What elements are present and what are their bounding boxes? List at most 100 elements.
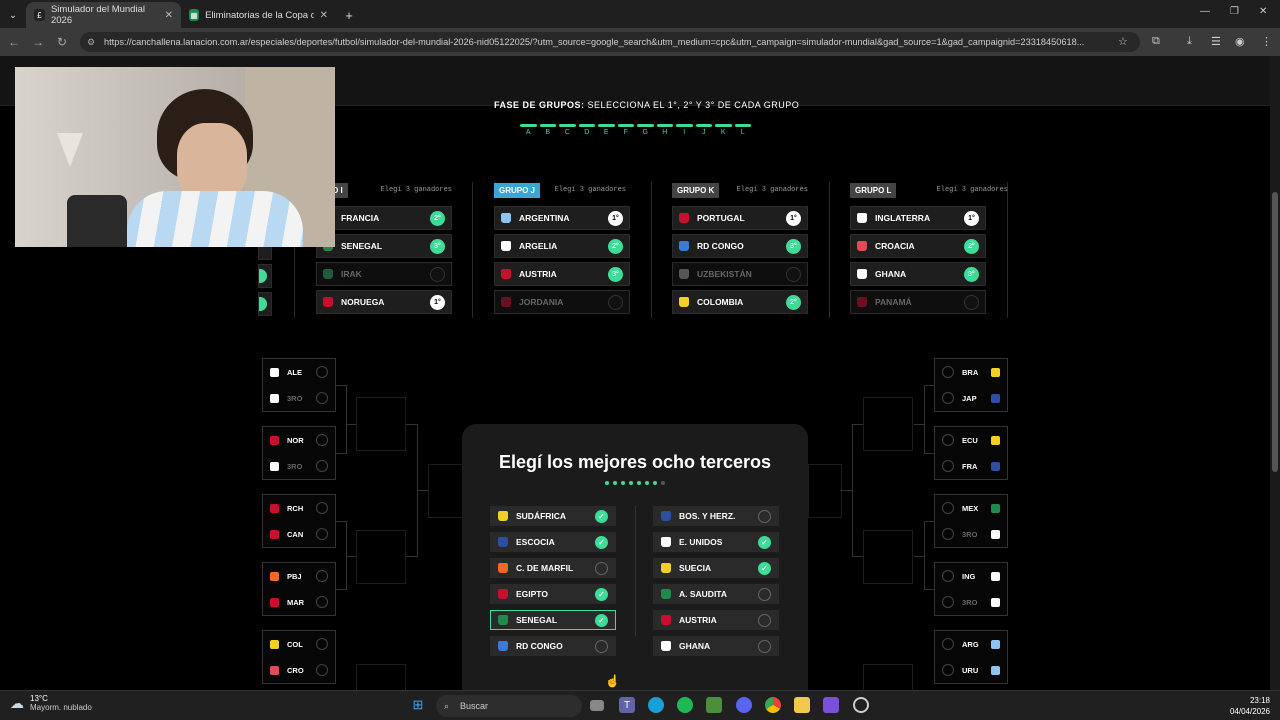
bracket-slot[interactable]: 3RO (935, 589, 1007, 615)
chrome-icon[interactable] (765, 697, 781, 713)
team-row[interactable]: SENEGAL 3° (316, 234, 452, 258)
third-option[interactable]: SUDÁFRICA ✓ (490, 506, 616, 526)
bracket-slot[interactable]: RCH (263, 495, 335, 521)
group-pill[interactable]: H (656, 124, 673, 136)
select-ring[interactable] (316, 638, 328, 650)
select-ring[interactable] (942, 366, 954, 378)
check-icon[interactable] (758, 613, 771, 627)
select-ring[interactable] (942, 502, 954, 514)
check-icon[interactable]: ✓ (758, 561, 771, 575)
group-pill[interactable]: L (734, 124, 751, 136)
bracket-slot[interactable]: BRA (935, 359, 1007, 385)
select-ring[interactable] (942, 460, 954, 472)
rank-badge[interactable]: 2° (608, 238, 623, 254)
select-ring[interactable] (942, 434, 954, 446)
group-label[interactable]: GRUPO L (850, 182, 897, 198)
rank-badge[interactable]: 2° (786, 294, 801, 310)
maximize-icon[interactable]: ❐ (1230, 6, 1239, 17)
select-ring[interactable] (942, 638, 954, 650)
spotify-icon[interactable] (677, 697, 693, 713)
group-pill[interactable]: F (617, 124, 634, 136)
group-pill[interactable]: A (520, 124, 537, 136)
rank-badge[interactable]: 1° (430, 294, 445, 310)
third-option[interactable]: C. DE MARFIL (490, 558, 616, 578)
back-icon[interactable]: ← (2, 35, 26, 49)
bracket-slot[interactable]: MAR (263, 589, 335, 615)
new-tab-button[interactable]: + (336, 2, 362, 28)
group-pill[interactable]: K (715, 124, 732, 136)
group-label[interactable]: GRUPO K (672, 182, 720, 198)
team-row[interactable]: IRAK (316, 262, 452, 286)
forward-icon[interactable]: → (26, 35, 50, 49)
rank-badge[interactable] (608, 294, 623, 310)
select-ring[interactable] (316, 596, 328, 608)
check-icon[interactable] (758, 639, 771, 653)
check-icon[interactable] (758, 509, 771, 523)
rank-badge[interactable]: 2° (964, 238, 979, 254)
close-tab-icon[interactable]: ✕ (320, 10, 328, 21)
check-icon[interactable]: ✓ (758, 535, 771, 549)
third-option[interactable]: SENEGAL ✓ (490, 610, 616, 630)
group-pill[interactable]: G (637, 124, 654, 136)
group-pill[interactable]: J (695, 124, 712, 136)
bracket-slot[interactable]: URU (935, 657, 1007, 683)
select-ring[interactable] (942, 570, 954, 582)
select-ring[interactable] (942, 392, 954, 404)
bracket-slot[interactable]: MEX (935, 495, 1007, 521)
team-row[interactable]: RD CONGO 3° (672, 234, 808, 258)
group-pill[interactable]: I (676, 124, 693, 136)
profile-icon[interactable]: ◉ (1235, 35, 1245, 48)
reading-list-icon[interactable]: ☰ (1211, 35, 1221, 48)
select-ring[interactable] (316, 434, 328, 446)
tab-eliminatorias[interactable]: ▦ Eliminatorias de la Copa del M ✕ (181, 2, 336, 28)
select-ring[interactable] (942, 596, 954, 608)
select-ring[interactable] (316, 570, 328, 582)
bracket-slot[interactable]: CRO (263, 657, 335, 683)
rank-badge[interactable]: 3° (786, 238, 801, 254)
check-icon[interactable] (595, 561, 608, 575)
check-icon[interactable] (758, 587, 771, 601)
select-ring[interactable] (316, 392, 328, 404)
third-option[interactable]: RD CONGO (490, 636, 616, 656)
team-row[interactable]: ARGENTINA 1° (494, 206, 630, 230)
bracket-slot[interactable]: FRA (935, 453, 1007, 479)
settings-app-icon[interactable] (853, 697, 869, 713)
rank-badge[interactable] (964, 294, 979, 310)
scrollbar-thumb[interactable] (1272, 192, 1278, 472)
team-row[interactable]: CROACIA 2° (850, 234, 986, 258)
minecraft-icon[interactable] (706, 697, 722, 713)
file-explorer-icon[interactable] (794, 697, 810, 713)
rank-badge[interactable]: 3° (964, 266, 979, 282)
group-label[interactable]: GRUPO J (494, 182, 541, 198)
bracket-slot[interactable]: ARG (935, 631, 1007, 657)
bracket-slot[interactable]: ECU (935, 427, 1007, 453)
team-row[interactable]: FRANCIA 2° (316, 206, 452, 230)
task-view-icon[interactable] (590, 700, 604, 711)
select-ring[interactable] (316, 528, 328, 540)
team-row[interactable]: GHANA 3° (850, 262, 986, 286)
bookmark-star-icon[interactable]: ☆ (1118, 35, 1128, 48)
close-window-icon[interactable]: ✕ (1259, 6, 1267, 17)
reload-icon[interactable]: ↻ (50, 35, 74, 49)
rank-badge[interactable] (430, 266, 445, 282)
windows-start-icon[interactable]: ⊞ (410, 697, 426, 713)
bracket-slot[interactable]: 3RO (935, 521, 1007, 547)
third-option[interactable]: ESCOCIA ✓ (490, 532, 616, 552)
group-pill[interactable]: B (539, 124, 556, 136)
site-info-icon[interactable]: ⚙ (87, 37, 95, 48)
check-icon[interactable] (595, 639, 608, 653)
check-icon[interactable]: ✓ (595, 587, 608, 601)
url-field[interactable]: ⚙ https://canchallena.lanacion.com.ar/es… (80, 32, 1140, 52)
page-scrollbar[interactable] (1270, 56, 1280, 690)
minimize-icon[interactable]: — (1200, 6, 1210, 17)
system-clock[interactable]: 23:18 04/04/2026 (1230, 695, 1270, 717)
team-row[interactable]: PANAMÁ (850, 290, 986, 314)
team-row[interactable]: INGLATERRA 1° (850, 206, 986, 230)
group-pill[interactable]: C (559, 124, 576, 136)
third-option[interactable]: A. SAUDITA (653, 584, 779, 604)
rank-badge[interactable]: 3° (430, 238, 445, 254)
group-pill[interactable]: D (578, 124, 595, 136)
bracket-slot[interactable]: NOR (263, 427, 335, 453)
download-icon[interactable]: ⤓ (1187, 35, 1192, 48)
menu-icon[interactable]: ⋮ (1261, 35, 1272, 48)
